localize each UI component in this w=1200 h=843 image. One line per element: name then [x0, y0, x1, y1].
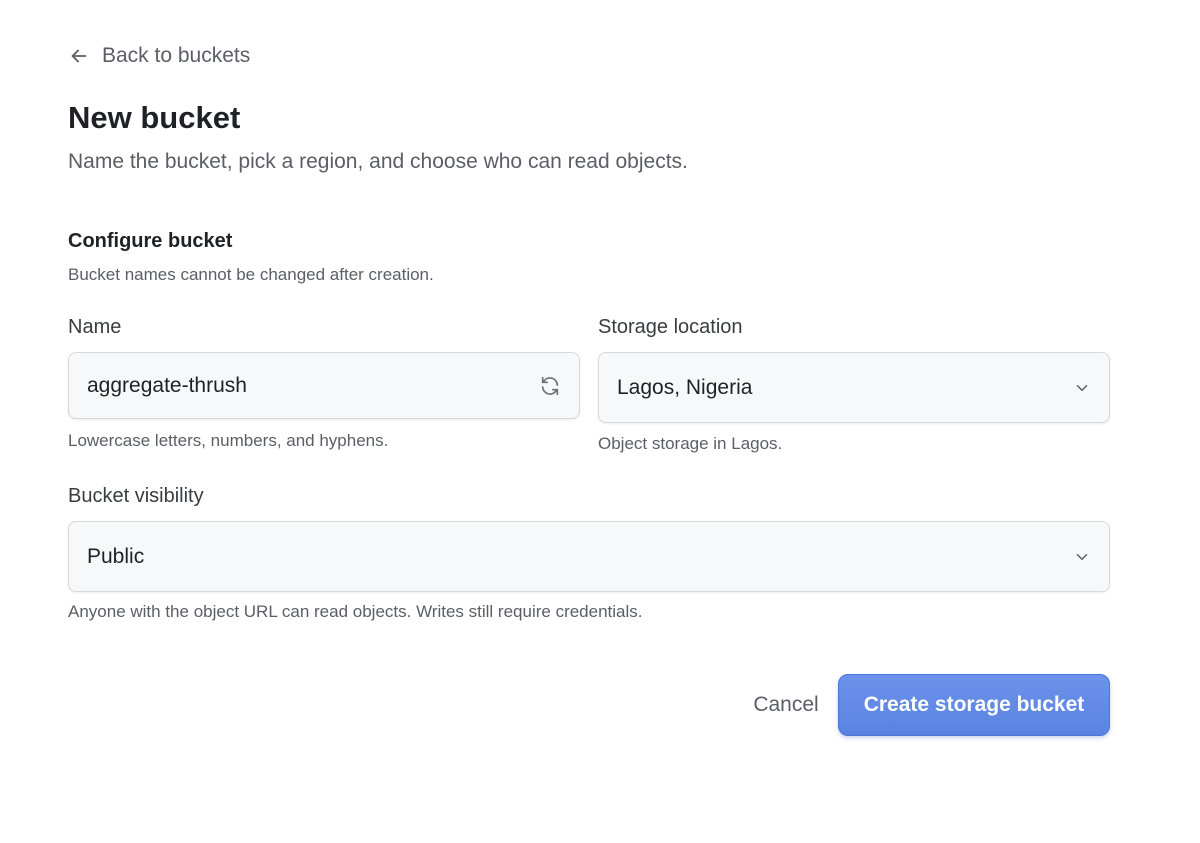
location-selected-value: Lagos, Nigeria — [617, 375, 753, 399]
section-description: Bucket names cannot be changed after cre… — [68, 265, 434, 284]
page-title: New bucket — [68, 100, 241, 135]
back-to-buckets-link[interactable]: Back to buckets — [68, 44, 250, 68]
visibility-selected-value: Public — [87, 544, 145, 568]
chevron-down-icon[interactable] — [1073, 379, 1091, 397]
new-bucket-page: Back to buckets New bucket Name the buck… — [68, 0, 1111, 843]
create-storage-bucket-button[interactable]: Create storage bucket — [838, 674, 1110, 736]
refresh-icon[interactable] — [539, 375, 561, 397]
location-helper-text: Object storage in Lagos. — [598, 434, 783, 453]
page-subtitle: Name the bucket, pick a region, and choo… — [68, 150, 688, 173]
visibility-helper-text: Anyone with the object URL can read obje… — [68, 602, 643, 621]
section-title: Configure bucket — [68, 230, 233, 252]
name-field-label: Name — [68, 316, 122, 338]
name-field[interactable] — [68, 352, 580, 419]
name-input[interactable] — [87, 373, 539, 398]
name-helper-text: Lowercase letters, numbers, and hyphens. — [68, 431, 389, 450]
chevron-down-icon[interactable] — [1073, 548, 1091, 566]
cancel-button[interactable]: Cancel — [736, 674, 836, 736]
back-link-label: Back to buckets — [102, 44, 251, 67]
location-field-label: Storage location — [598, 316, 743, 338]
visibility-select[interactable]: Public — [68, 521, 1110, 592]
location-select[interactable]: Lagos, Nigeria — [598, 352, 1110, 423]
visibility-field-label: Bucket visibility — [68, 485, 204, 507]
arrow-left-icon — [68, 45, 90, 67]
